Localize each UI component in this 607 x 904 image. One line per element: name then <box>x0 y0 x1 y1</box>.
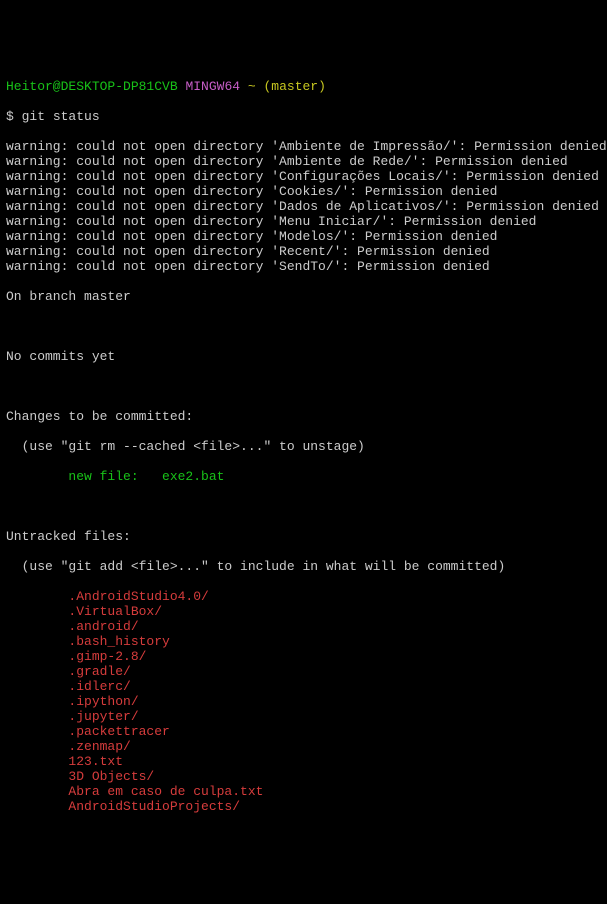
untracked-hint: (use "git add <file>..." to include in w… <box>6 559 601 574</box>
untracked-file: .packettracer <box>6 724 601 739</box>
prompt-path: ~ <box>248 79 256 94</box>
untracked-header: Untracked files: <box>6 529 601 544</box>
warning-line: warning: could not open directory 'Dados… <box>6 199 601 214</box>
changes-hint: (use "git rm --cached <file>..." to unst… <box>6 439 601 454</box>
warning-line: warning: could not open directory 'SendT… <box>6 259 601 274</box>
warning-line: warning: could not open directory 'Confi… <box>6 169 601 184</box>
warning-line: warning: could not open directory 'Recen… <box>6 244 601 259</box>
terminal-output[interactable]: Heitor@DESKTOP-DP81CVB MINGW64 ~ (master… <box>6 64 601 829</box>
untracked-file: 123.txt <box>6 754 601 769</box>
untracked-file: .zenmap/ <box>6 739 601 754</box>
warning-line: warning: could not open directory 'Cooki… <box>6 184 601 199</box>
untracked-file: .ipython/ <box>6 694 601 709</box>
prompt-user: Heitor@DESKTOP-DP81CVB <box>6 79 178 94</box>
command-line: $ git status <box>6 109 601 124</box>
untracked-file: .bash_history <box>6 634 601 649</box>
untracked-file: .gradle/ <box>6 664 601 679</box>
prompt-branch: (master) <box>264 79 326 94</box>
untracked-file: .AndroidStudio4.0/ <box>6 589 601 604</box>
untracked-file: .android/ <box>6 619 601 634</box>
no-commits-line: No commits yet <box>6 349 601 364</box>
warning-line: warning: could not open directory 'Menu … <box>6 214 601 229</box>
changes-header: Changes to be committed: <box>6 409 601 424</box>
staged-file: new file: exe2.bat <box>6 469 601 484</box>
untracked-file: .gimp-2.8/ <box>6 649 601 664</box>
prompt-line: Heitor@DESKTOP-DP81CVB MINGW64 ~ (master… <box>6 79 601 94</box>
untracked-file: 3D Objects/ <box>6 769 601 784</box>
warning-line: warning: could not open directory 'Model… <box>6 229 601 244</box>
warning-line: warning: could not open directory 'Ambie… <box>6 139 601 154</box>
untracked-file: .idlerc/ <box>6 679 601 694</box>
untracked-file: Abra em caso de culpa.txt <box>6 784 601 799</box>
prompt-env: MINGW64 <box>185 79 240 94</box>
warning-line: warning: could not open directory 'Ambie… <box>6 154 601 169</box>
untracked-file: AndroidStudioProjects/ <box>6 799 601 814</box>
untracked-file: .VirtualBox/ <box>6 604 601 619</box>
branch-line: On branch master <box>6 289 601 304</box>
prompt-dollar: $ <box>6 109 22 124</box>
untracked-file: .jupyter/ <box>6 709 601 724</box>
command-text: git status <box>22 109 100 124</box>
